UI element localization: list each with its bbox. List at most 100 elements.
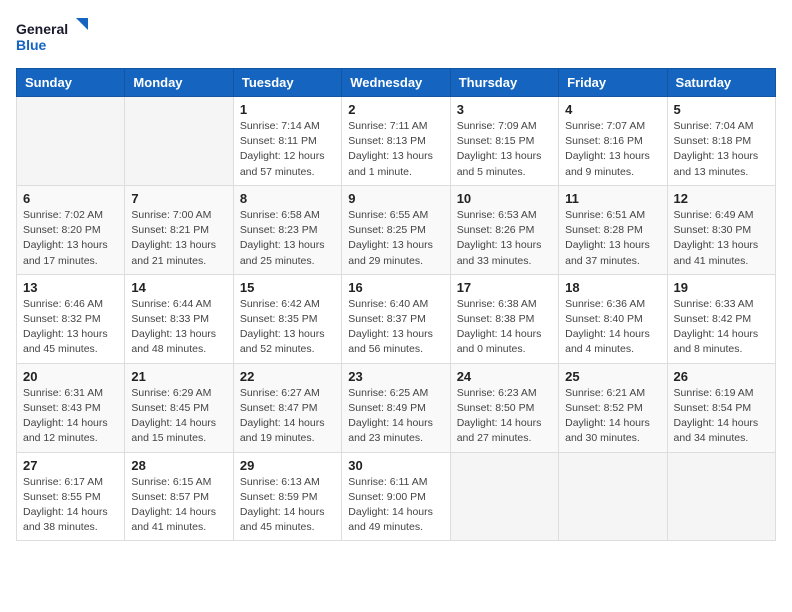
calendar-cell: 4 Sunrise: 7:07 AM Sunset: 8:16 PM Daylig… — [559, 97, 667, 186]
day-number: 1 — [240, 102, 335, 117]
day-info: Sunrise: 6:58 AM Sunset: 8:23 PM Dayligh… — [240, 208, 335, 269]
calendar-cell: 28 Sunrise: 6:15 AM Sunset: 8:57 PM Dayli… — [125, 452, 233, 541]
day-info: Sunrise: 6:13 AM Sunset: 8:59 PM Dayligh… — [240, 475, 335, 536]
calendar-header-row: SundayMondayTuesdayWednesdayThursdayFrid… — [17, 69, 776, 97]
day-info: Sunrise: 6:17 AM Sunset: 8:55 PM Dayligh… — [23, 475, 118, 536]
day-number: 12 — [674, 191, 769, 206]
day-info: Sunrise: 6:49 AM Sunset: 8:30 PM Dayligh… — [674, 208, 769, 269]
day-info: Sunrise: 7:02 AM Sunset: 8:20 PM Dayligh… — [23, 208, 118, 269]
day-info: Sunrise: 6:55 AM Sunset: 8:25 PM Dayligh… — [348, 208, 443, 269]
day-info: Sunrise: 6:19 AM Sunset: 8:54 PM Dayligh… — [674, 386, 769, 447]
calendar-cell: 21Sunrise: 6:29 AM Sunset: 8:45 PM Dayli… — [125, 363, 233, 452]
day-number: 27 — [23, 458, 118, 473]
svg-text:General: General — [16, 21, 68, 37]
calendar-cell — [17, 97, 125, 186]
calendar-week-1: 1Sunrise: 7:14 AM Sunset: 8:11 PM Daylig… — [17, 97, 776, 186]
day-number: 10 — [457, 191, 552, 206]
column-header-sunday: Sunday — [17, 69, 125, 97]
day-number: 2 — [348, 102, 443, 117]
calendar-cell — [559, 452, 667, 541]
day-info: Sunrise: 6:15 AM Sunset: 8:57 PM Dayligh… — [131, 475, 226, 536]
day-info: Sunrise: 6:21 AM Sunset: 8:52 PM Dayligh… — [565, 386, 660, 447]
calendar-cell: 14Sunrise: 6:44 AM Sunset: 8:33 PM Dayli… — [125, 274, 233, 363]
day-info: Sunrise: 7:07 AM Sunset: 8:16 PM Dayligh… — [565, 119, 660, 180]
day-number: 13 — [23, 280, 118, 295]
day-info: Sunrise: 6:33 AM Sunset: 8:42 PM Dayligh… — [674, 297, 769, 358]
day-number: 7 — [131, 191, 226, 206]
day-number: 18 — [565, 280, 660, 295]
day-info: Sunrise: 6:46 AM Sunset: 8:32 PM Dayligh… — [23, 297, 118, 358]
calendar-cell — [125, 97, 233, 186]
day-info: Sunrise: 6:44 AM Sunset: 8:33 PM Dayligh… — [131, 297, 226, 358]
calendar-cell: 7Sunrise: 7:00 AM Sunset: 8:21 PM Daylig… — [125, 185, 233, 274]
calendar-week-4: 20 Sunrise: 6:31 AM Sunset: 8:43 PM Dayli… — [17, 363, 776, 452]
calendar-cell: 9 Sunrise: 6:55 AM Sunset: 8:25 PM Daylig… — [342, 185, 450, 274]
calendar-cell: 30Sunrise: 6:11 AM Sunset: 9:00 PM Dayli… — [342, 452, 450, 541]
column-header-friday: Friday — [559, 69, 667, 97]
calendar-cell: 8 Sunrise: 6:58 AM Sunset: 8:23 PM Daylig… — [233, 185, 341, 274]
calendar-cell: 13 Sunrise: 6:46 AM Sunset: 8:32 PM Dayli… — [17, 274, 125, 363]
column-header-tuesday: Tuesday — [233, 69, 341, 97]
day-number: 24 — [457, 369, 552, 384]
day-info: Sunrise: 6:53 AM Sunset: 8:26 PM Dayligh… — [457, 208, 552, 269]
day-number: 9 — [348, 191, 443, 206]
day-info: Sunrise: 6:42 AM Sunset: 8:35 PM Dayligh… — [240, 297, 335, 358]
calendar-cell: 27 Sunrise: 6:17 AM Sunset: 8:55 PM Dayli… — [17, 452, 125, 541]
day-number: 8 — [240, 191, 335, 206]
day-info: Sunrise: 6:25 AM Sunset: 8:49 PM Dayligh… — [348, 386, 443, 447]
logo: GeneralBlue — [16, 16, 96, 56]
day-number: 23 — [348, 369, 443, 384]
day-number: 20 — [23, 369, 118, 384]
day-number: 22 — [240, 369, 335, 384]
calendar-cell — [450, 452, 558, 541]
calendar-cell: 20 Sunrise: 6:31 AM Sunset: 8:43 PM Dayli… — [17, 363, 125, 452]
day-number: 19 — [674, 280, 769, 295]
day-number: 30 — [348, 458, 443, 473]
calendar-cell: 25Sunrise: 6:21 AM Sunset: 8:52 PM Dayli… — [559, 363, 667, 452]
day-info: Sunrise: 6:31 AM Sunset: 8:43 PM Dayligh… — [23, 386, 118, 447]
calendar-cell: 22 Sunrise: 6:27 AM Sunset: 8:47 PM Dayli… — [233, 363, 341, 452]
svg-text:Blue: Blue — [16, 37, 47, 53]
calendar-week-3: 13 Sunrise: 6:46 AM Sunset: 8:32 PM Dayli… — [17, 274, 776, 363]
page-header: GeneralBlue — [16, 16, 776, 56]
column-header-wednesday: Wednesday — [342, 69, 450, 97]
day-number: 17 — [457, 280, 552, 295]
day-info: Sunrise: 6:36 AM Sunset: 8:40 PM Dayligh… — [565, 297, 660, 358]
calendar-week-2: 6 Sunrise: 7:02 AM Sunset: 8:20 PM Daylig… — [17, 185, 776, 274]
logo-icon: GeneralBlue — [16, 16, 96, 56]
day-info: Sunrise: 6:40 AM Sunset: 8:37 PM Dayligh… — [348, 297, 443, 358]
calendar-cell: 5Sunrise: 7:04 AM Sunset: 8:18 PM Daylig… — [667, 97, 775, 186]
calendar-cell: 10 Sunrise: 6:53 AM Sunset: 8:26 PM Dayli… — [450, 185, 558, 274]
calendar-cell: 11Sunrise: 6:51 AM Sunset: 8:28 PM Dayli… — [559, 185, 667, 274]
calendar-cell: 1Sunrise: 7:14 AM Sunset: 8:11 PM Daylig… — [233, 97, 341, 186]
day-info: Sunrise: 7:11 AM Sunset: 8:13 PM Dayligh… — [348, 119, 443, 180]
day-info: Sunrise: 6:23 AM Sunset: 8:50 PM Dayligh… — [457, 386, 552, 447]
day-info: Sunrise: 6:29 AM Sunset: 8:45 PM Dayligh… — [131, 386, 226, 447]
day-number: 28 — [131, 458, 226, 473]
day-number: 15 — [240, 280, 335, 295]
day-number: 26 — [674, 369, 769, 384]
column-header-thursday: Thursday — [450, 69, 558, 97]
column-header-saturday: Saturday — [667, 69, 775, 97]
calendar-cell — [667, 452, 775, 541]
day-number: 6 — [23, 191, 118, 206]
calendar-cell: 3 Sunrise: 7:09 AM Sunset: 8:15 PM Daylig… — [450, 97, 558, 186]
calendar-cell: 2 Sunrise: 7:11 AM Sunset: 8:13 PM Daylig… — [342, 97, 450, 186]
calendar-cell: 17Sunrise: 6:38 AM Sunset: 8:38 PM Dayli… — [450, 274, 558, 363]
day-number: 5 — [674, 102, 769, 117]
calendar-cell: 12 Sunrise: 6:49 AM Sunset: 8:30 PM Dayli… — [667, 185, 775, 274]
calendar-cell: 15 Sunrise: 6:42 AM Sunset: 8:35 PM Dayli… — [233, 274, 341, 363]
day-number: 3 — [457, 102, 552, 117]
calendar-cell: 26 Sunrise: 6:19 AM Sunset: 8:54 PM Dayli… — [667, 363, 775, 452]
calendar-cell: 29 Sunrise: 6:13 AM Sunset: 8:59 PM Dayli… — [233, 452, 341, 541]
day-info: Sunrise: 7:09 AM Sunset: 8:15 PM Dayligh… — [457, 119, 552, 180]
day-number: 16 — [348, 280, 443, 295]
day-info: Sunrise: 6:51 AM Sunset: 8:28 PM Dayligh… — [565, 208, 660, 269]
day-number: 29 — [240, 458, 335, 473]
calendar-cell: 18 Sunrise: 6:36 AM Sunset: 8:40 PM Dayli… — [559, 274, 667, 363]
day-info: Sunrise: 6:27 AM Sunset: 8:47 PM Dayligh… — [240, 386, 335, 447]
calendar-cell: 24 Sunrise: 6:23 AM Sunset: 8:50 PM Dayli… — [450, 363, 558, 452]
calendar-week-5: 27 Sunrise: 6:17 AM Sunset: 8:55 PM Dayli… — [17, 452, 776, 541]
day-number: 4 — [565, 102, 660, 117]
calendar-cell: 23 Sunrise: 6:25 AM Sunset: 8:49 PM Dayli… — [342, 363, 450, 452]
